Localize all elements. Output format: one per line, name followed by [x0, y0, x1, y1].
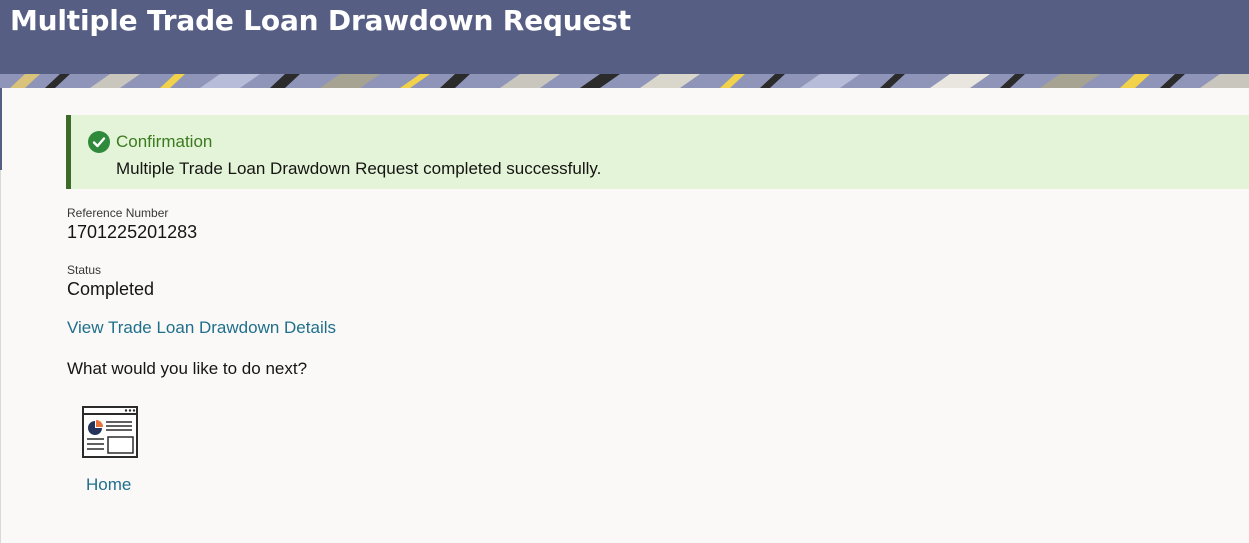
check-circle-icon: [88, 131, 110, 153]
status-value: Completed: [67, 279, 155, 299]
reference-number-label: Reference Number: [67, 206, 169, 220]
home-action[interactable]: Home: [80, 404, 140, 504]
view-details-link[interactable]: View Trade Loan Drawdown Details: [67, 318, 336, 338]
page-title: Multiple Trade Loan Drawdown Request: [10, 4, 631, 37]
reference-number-value: 1701225201283: [67, 222, 198, 242]
header-decorative-band: [0, 74, 1249, 88]
next-steps-prompt: What would you like to do next?: [67, 359, 308, 378]
confirmation-title: Confirmation: [116, 132, 213, 151]
dashboard-icon: [82, 406, 138, 458]
page-header: Multiple Trade Loan Drawdown Request: [0, 0, 1249, 88]
status-label: Status: [67, 263, 102, 277]
left-edge-rule: [0, 88, 2, 170]
confirmation-banner: Confirmation Multiple Trade Loan Drawdow…: [66, 115, 1249, 189]
home-label[interactable]: Home: [86, 475, 131, 495]
confirmation-message: Multiple Trade Loan Drawdown Request com…: [116, 159, 602, 178]
